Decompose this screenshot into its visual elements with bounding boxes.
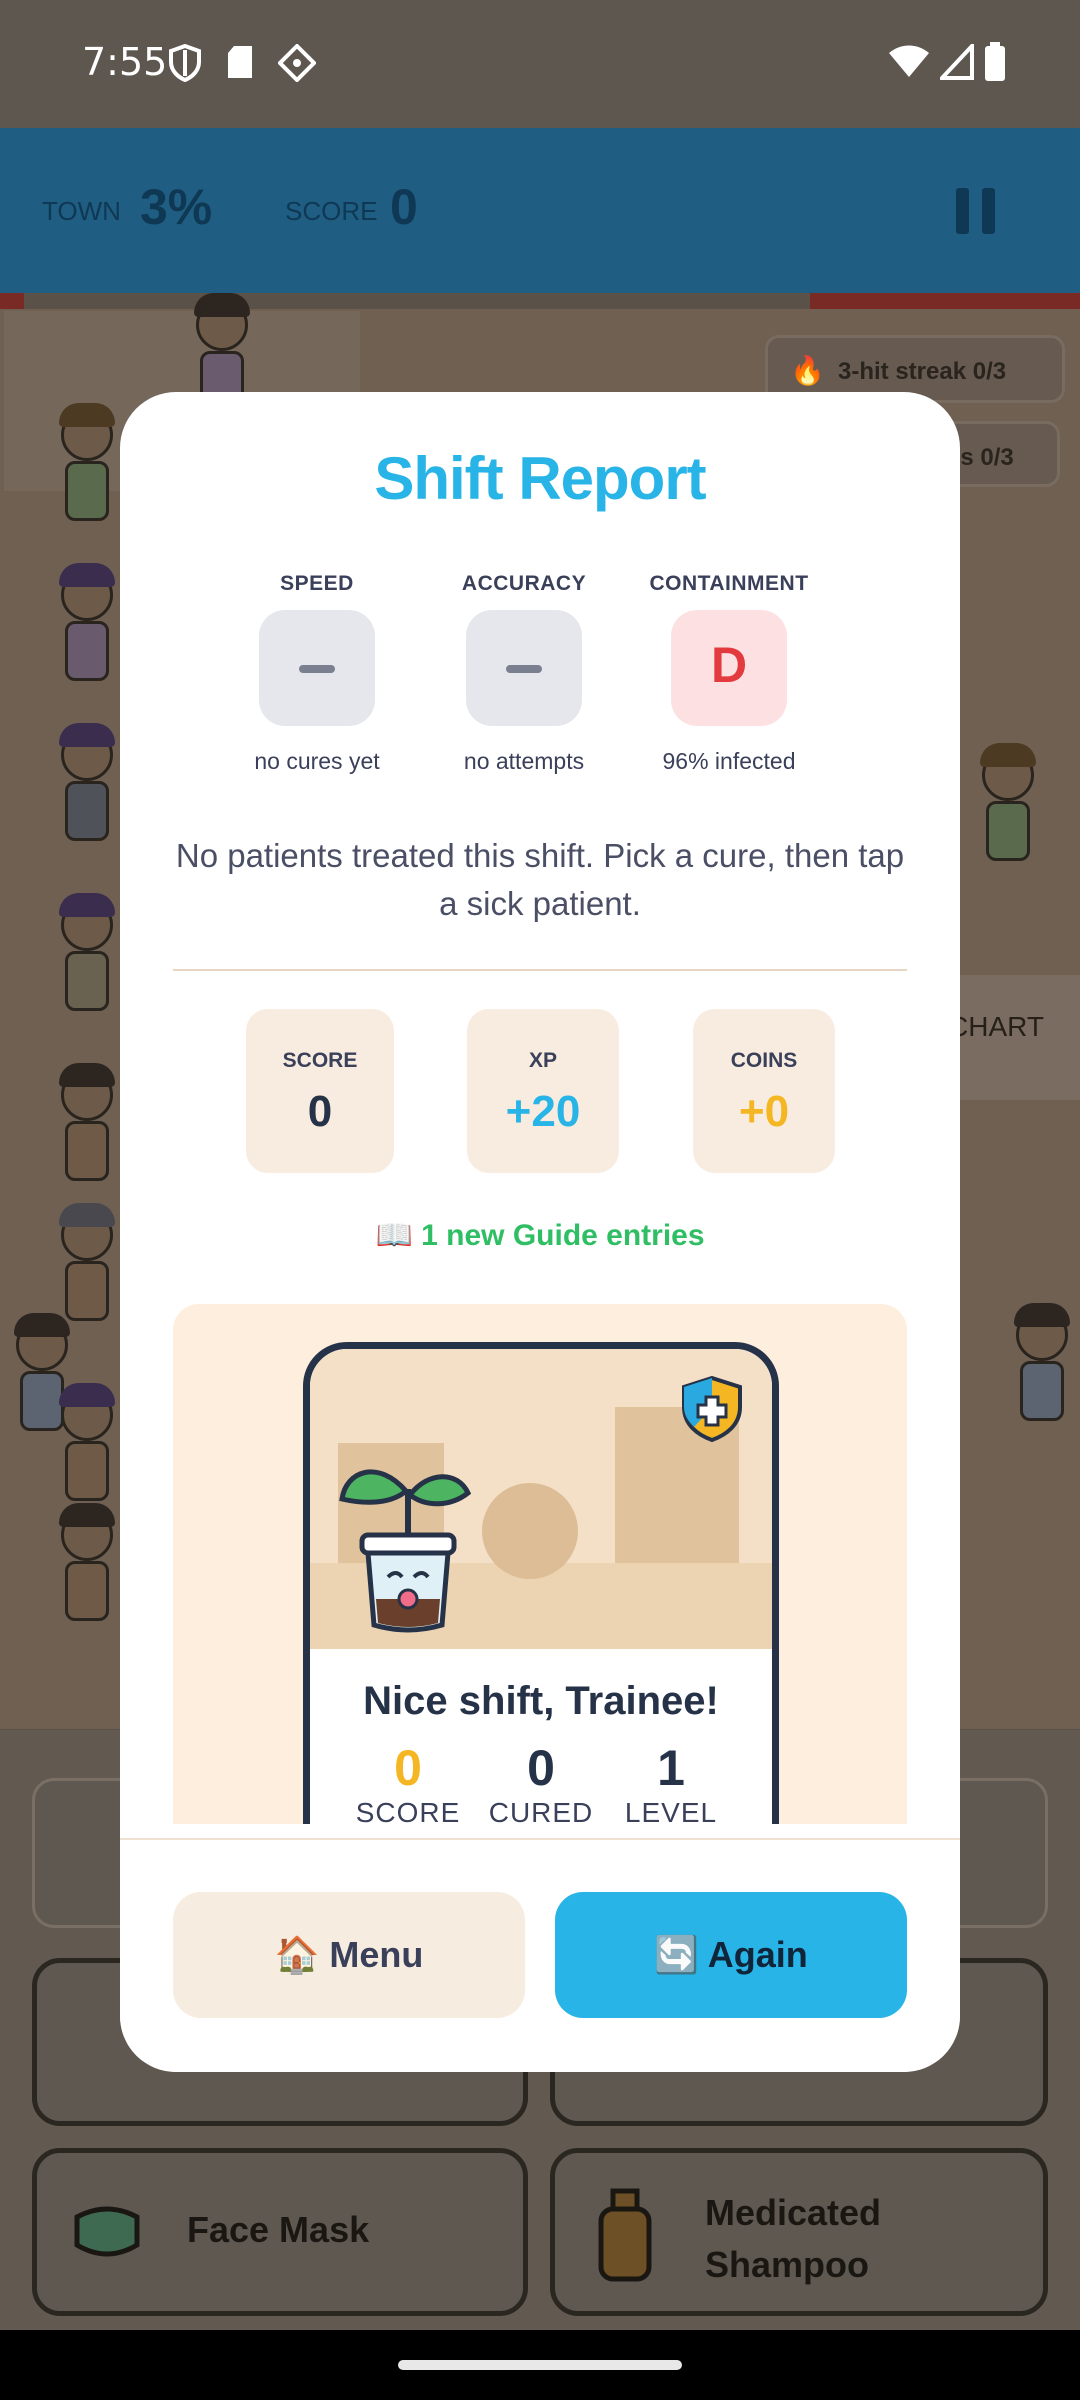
score-label: SCORE — [285, 196, 378, 226]
signal-icon — [940, 44, 974, 80]
grade-sub: 96% infected — [662, 748, 796, 774]
patient[interactable] — [55, 563, 119, 689]
grade-label: SPEED — [280, 572, 354, 595]
sd-card-icon — [228, 46, 252, 78]
battery-icon — [985, 42, 1005, 81]
cure-slot-face-mask[interactable]: Face Mask — [32, 2148, 528, 2316]
card-headline: Nice shift, Trainee! — [363, 1679, 719, 1723]
wifi-icon — [889, 45, 929, 77]
fire-icon: 🔥 — [790, 355, 825, 386]
cure-label: Medicated Shampoo — [705, 2192, 882, 2285]
grade-label: CONTAINMENT — [649, 572, 809, 595]
card-stat-label: SCORE — [355, 1797, 461, 1824]
shift-report-dialog: Shift Report SPEED no cures yet ACCURACY… — [120, 392, 960, 2072]
guide-entries-link[interactable]: 📖 1 new Guide entries — [120, 1218, 960, 1253]
shampoo-bottle-icon — [598, 2188, 652, 2282]
status-time: 7:55 — [82, 40, 168, 84]
stat-value: +20 — [505, 1087, 581, 1136]
patient[interactable] — [976, 743, 1040, 869]
card-stat-label: CURED — [488, 1797, 594, 1824]
chart-tab-label: CHART — [948, 1011, 1044, 1042]
patient[interactable] — [55, 403, 119, 529]
patient[interactable] — [55, 893, 119, 1019]
grade-label: ACCURACY — [461, 572, 587, 595]
stat-value: +0 — [738, 1087, 790, 1136]
cure-slot-shampoo[interactable]: Medicated Shampoo — [550, 2148, 1048, 2316]
cure-label: Face Mask — [187, 2209, 370, 2250]
card-stat: 1 LEVEL — [606, 1739, 736, 1824]
dialog-title: Shift Report — [374, 445, 706, 512]
patient[interactable] — [1010, 1303, 1074, 1429]
game-hud: TOWN 3% SCORE 0 — [0, 128, 1080, 293]
shield-icon — [169, 44, 201, 82]
card-stat: 0 CURED — [476, 1739, 606, 1824]
grade-letter: D — [710, 637, 748, 693]
infection-bar-left — [0, 293, 24, 309]
grade-accuracy: ACCURACY no attempts — [424, 572, 624, 775]
stat-label: XP — [528, 1049, 557, 1072]
patient[interactable] — [55, 723, 119, 849]
share-card: Nice shift, Trainee! 0 SCORE 0 CURED 1 L… — [303, 1342, 779, 1824]
grade-box — [259, 610, 375, 726]
card-stat-value: 0 — [527, 1740, 555, 1796]
grade-sub: no attempts — [463, 748, 585, 774]
shift-message: No patients treated this shift. Pick a c… — [175, 837, 905, 922]
plant-mascot-icon — [339, 1469, 472, 1633]
grade-containment: CONTAINMENT D 96% infected — [629, 572, 829, 775]
town-value: 3% — [140, 179, 213, 235]
patient[interactable] — [55, 1383, 119, 1509]
card-stat-label: LEVEL — [624, 1797, 718, 1824]
home-handle[interactable] — [398, 2360, 682, 2370]
patient[interactable] — [55, 1063, 119, 1189]
status-bar: 7:55 — [0, 0, 1080, 128]
card-stat: 0 SCORE — [343, 1739, 473, 1824]
pause-icon[interactable] — [956, 188, 996, 234]
streak-pill-text: 3-hit streak 0/3 — [838, 358, 1007, 385]
share-card-panel: Nice shift, Trainee! 0 SCORE 0 CURED 1 L… — [173, 1304, 907, 1824]
stat-label: SCORE — [282, 1049, 358, 1072]
system-nav-bar — [0, 2330, 1080, 2400]
dash-icon — [506, 665, 542, 673]
score-value: 0 — [390, 179, 418, 235]
stat-label: COINS — [730, 1049, 798, 1072]
diamond-icon — [278, 44, 316, 82]
dash-icon — [299, 665, 335, 673]
stat-coins: COINS +0 — [693, 1009, 835, 1173]
again-button[interactable]: 🔄 Again — [555, 1892, 907, 2018]
patient[interactable] — [55, 1503, 119, 1629]
patient[interactable] — [55, 1203, 119, 1329]
face-mask-icon — [74, 2206, 140, 2257]
infection-bar-right — [810, 293, 1080, 309]
stat-score: SCORE 0 — [246, 1009, 394, 1173]
card-stat-value: 0 — [394, 1740, 422, 1796]
divider — [173, 969, 907, 971]
dialog-footer: 🏠 Menu 🔄 Again — [120, 1838, 960, 2072]
card-stat-value: 1 — [657, 1740, 685, 1796]
stat-xp: XP +20 — [467, 1009, 619, 1173]
grade-box: D — [671, 610, 787, 726]
grade-speed: SPEED no cures yet — [217, 572, 417, 775]
stat-value: 0 — [307, 1087, 333, 1136]
badge-shield-icon — [682, 1375, 742, 1443]
grade-sub: no cures yet — [254, 748, 380, 774]
menu-button[interactable]: 🏠 Menu — [173, 1892, 525, 2018]
card-scene — [310, 1349, 772, 1649]
grade-box — [466, 610, 582, 726]
town-label: TOWN — [42, 196, 121, 226]
